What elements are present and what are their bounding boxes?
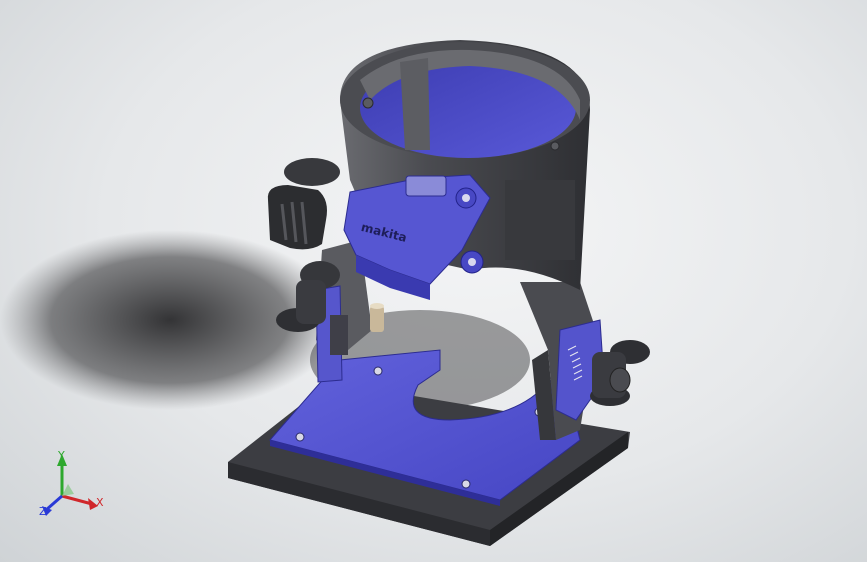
router-base-model[interactable]: makita	[0, 0, 867, 562]
axis-x-label: X	[96, 496, 104, 509]
axis-z-label: Z	[39, 505, 47, 518]
axis-y-label: Y	[58, 449, 65, 462]
center-pin	[370, 303, 384, 332]
clamp-lever[interactable]: makita	[343, 174, 491, 300]
3d-viewport[interactable]: makita X Y Z	[0, 0, 867, 562]
left-handle-grip[interactable]	[267, 158, 340, 250]
